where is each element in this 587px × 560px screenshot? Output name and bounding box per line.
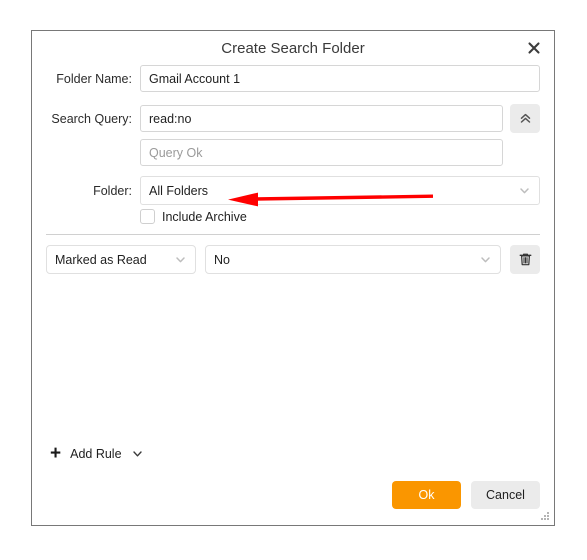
rule-condition-value: Marked as Read	[55, 252, 147, 267]
folder-dropdown[interactable]: All Folders	[140, 176, 540, 205]
table-row: Marked as Read No	[32, 235, 554, 274]
chevron-down-icon	[176, 257, 185, 263]
chevron-down-icon	[520, 188, 529, 194]
search-query-input[interactable]: read:no	[140, 105, 503, 132]
rule-condition-dropdown[interactable]: Marked as Read	[46, 245, 196, 274]
trash-glyph	[519, 253, 531, 266]
double-chevron-up-icon[interactable]	[510, 104, 540, 133]
rule-value-text: No	[214, 252, 230, 267]
close-glyph	[528, 42, 540, 54]
dialog-titlebar: Create Search Folder	[32, 31, 554, 65]
include-archive-checkbox[interactable]	[140, 209, 155, 224]
chevron-down-icon	[481, 257, 490, 263]
folder-name-label: Folder Name:	[56, 71, 132, 86]
folder-row: Folder: All Folders	[32, 176, 554, 205]
folder-name-input[interactable]: Gmail Account 1	[140, 65, 540, 92]
double-chevron-up-glyph	[520, 113, 530, 123]
add-rule-button[interactable]: + Add Rule	[50, 444, 144, 463]
include-archive-row: Include Archive	[32, 209, 554, 224]
folder-name-row: Folder Name: Gmail Account 1	[32, 65, 554, 92]
trash-icon[interactable]	[510, 245, 540, 274]
search-query-row: Search Query: read:no	[32, 104, 554, 133]
folder-dropdown-value: All Folders	[149, 183, 209, 198]
cancel-button[interactable]: Cancel	[471, 481, 540, 509]
rule-value-dropdown[interactable]: No	[205, 245, 501, 274]
include-archive-label: Include Archive	[162, 209, 247, 224]
search-query-label: Search Query:	[51, 111, 132, 126]
query-status-field: Query Ok	[140, 139, 503, 166]
ok-button[interactable]: Ok	[392, 481, 461, 509]
folder-label: Folder:	[93, 183, 132, 198]
query-status-row: Query Ok	[32, 139, 554, 166]
create-search-folder-dialog: Create Search Folder Folder Name: Gmail …	[31, 30, 555, 526]
dialog-title: Create Search Folder	[221, 40, 365, 57]
dialog-footer-buttons: Ok Cancel	[392, 481, 540, 509]
close-icon[interactable]	[523, 37, 545, 59]
form-area: Folder Name: Gmail Account 1 Search Quer…	[32, 65, 554, 274]
resize-grip[interactable]	[541, 512, 551, 522]
chevron-down-icon[interactable]	[131, 447, 144, 460]
plus-icon: +	[50, 443, 62, 464]
add-rule-label: Add Rule	[70, 446, 122, 461]
